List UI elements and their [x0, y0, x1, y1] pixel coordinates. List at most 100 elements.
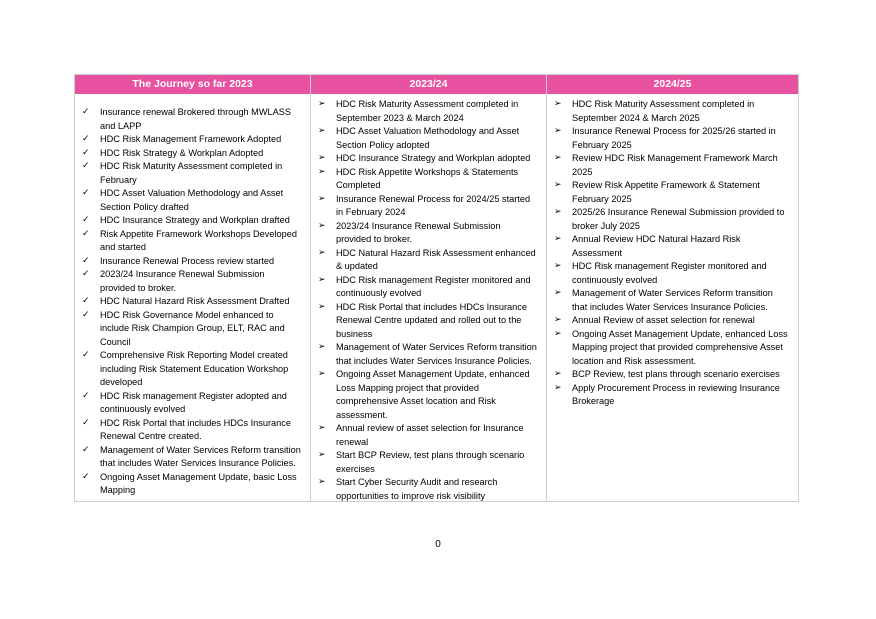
list-item: ✓ HDC Risk Portal that includes HDCs Insu… [79, 417, 302, 444]
arrowhead-icon: ➢ [554, 328, 562, 339]
list-item: ➢ 2023/24 Insurance Renewal Submission pr… [315, 220, 538, 247]
check-icon: ✓ [82, 417, 90, 428]
list-item: ➢ HDC Risk management Register monitored … [315, 274, 538, 301]
check-icon: ✓ [82, 228, 90, 239]
list-item: ✓ HDC Risk management Register adopted an… [79, 390, 302, 417]
arrowhead-icon: ➢ [554, 180, 562, 190]
arrowhead-icon: ➢ [318, 153, 326, 163]
check-icon: ✓ [82, 471, 90, 482]
check-icon: ✓ [82, 269, 90, 279]
list-item: ➢ Annual review of asset selection for In… [315, 422, 538, 449]
list-item-text: BCP Review, test plans through scenario … [572, 369, 780, 379]
list-item: ✓ Risk Appetite Framework Workshops Devel… [79, 228, 302, 255]
check-icon: ✓ [82, 309, 90, 320]
list-item: ➢ HDC Risk Maturity Assessment completed … [551, 98, 790, 125]
list-item-text: HDC Insurance Strategy and Workplan adop… [336, 153, 531, 163]
arrowhead-icon: ➢ [318, 450, 326, 460]
column-header: 2024/25 [547, 75, 798, 94]
list-item: ✓ HDC Risk Governance Model enhanced to i… [79, 309, 302, 350]
list-item-text: 2023/24 Insurance Renewal Submission pro… [100, 269, 265, 293]
list-item-text: HDC Risk Portal that includes HDCs Insur… [100, 417, 291, 442]
check-icon: ✓ [82, 255, 90, 266]
check-icon: ✓ [82, 147, 90, 158]
check-icon: ✓ [82, 215, 90, 225]
list-item: ➢ Annual Review HDC Natural Hazard Risk A… [551, 233, 790, 260]
list-item-text: HDC Risk Maturity Assessment completed i… [572, 99, 755, 123]
list-item-text: Insurance renewal Brokered through MWLAS… [100, 107, 291, 131]
list-item-text: Annual review of asset selection for Ins… [336, 423, 524, 447]
journey-table: The Journey so far 2023 ✓ Insurance renew… [74, 74, 799, 502]
list-item-text: HDC Risk Maturity Assessment completed i… [336, 99, 519, 123]
check-icon: ✓ [82, 296, 90, 306]
list-item: ➢ Apply Procurement Process in reviewing … [551, 382, 790, 409]
list-item-text: Review Risk Appetite Framework & Stateme… [572, 180, 760, 204]
arrowhead-icon: ➢ [554, 234, 562, 244]
list-item: ➢ Start BCP Review, test plans through sc… [315, 449, 538, 476]
list-item: ➢ HDC Risk Appetite Workshops & Statement… [315, 166, 538, 193]
list-item: ➢ HDC Risk Maturity Assessment completed … [315, 98, 538, 125]
list-item-text: Ongoing Asset Management Update, enhance… [572, 328, 788, 366]
list-item-text: HDC Risk Portal that includes HDCs Insur… [336, 301, 527, 339]
list-item: ➢ HDC Risk management Register monitored … [551, 260, 790, 287]
arrowhead-icon: ➢ [318, 369, 326, 379]
arrowhead-icon: ➢ [318, 423, 326, 433]
check-icon: ✓ [82, 390, 90, 401]
list-item: ➢ Insurance Renewal Process for 2025/26 s… [551, 125, 790, 152]
list-item-text: HDC Risk management Register monitored a… [572, 261, 767, 285]
list-item: ✓ Management of Water Services Reform tra… [79, 444, 302, 471]
arrowhead-icon: ➢ [318, 220, 326, 231]
check-icon: ✓ [82, 444, 90, 455]
arrowhead-icon: ➢ [318, 99, 326, 109]
list-item: ✓ Insurance renewal Brokered through MWLA… [79, 106, 302, 133]
item-list: ➢ HDC Risk Maturity Assessment completed … [551, 98, 790, 409]
check-icon: ✓ [82, 350, 90, 360]
check-icon: ✓ [82, 161, 90, 171]
arrowhead-icon: ➢ [554, 207, 562, 217]
check-icon: ✓ [82, 107, 90, 117]
list-item: ✓ 2023/24 Insurance Renewal Submission pr… [79, 268, 302, 295]
list-item: ✓ HDC Risk Management Framework Adopted [79, 133, 302, 147]
list-item-text: HDC Asset Valuation Methodology and Asse… [100, 188, 284, 212]
list-item: ➢ 2025/26 Insurance Renewal Submission pr… [551, 206, 790, 233]
list-item: ✓ HDC Natural Hazard Risk Assessment Draf… [79, 295, 302, 309]
item-list: ➢ HDC Risk Maturity Assessment completed … [315, 98, 538, 503]
arrowhead-icon: ➢ [318, 247, 326, 258]
arrowhead-icon: ➢ [318, 193, 326, 204]
list-item: ➢ Management of Water Services Reform tra… [551, 287, 790, 314]
column-2023-24: 2023/24 ➢ HDC Risk Maturity Assessment co… [311, 75, 547, 501]
list-item-text: HDC Risk Governance Model enhanced to in… [100, 309, 285, 347]
list-item: ➢ Ongoing Asset Management Update, enhanc… [315, 368, 538, 422]
list-item-text: 2025/26 Insurance Renewal Submission pro… [572, 207, 785, 231]
list-item: ✓ Insurance Renewal Process review starte… [79, 255, 302, 269]
list-item: ➢ HDC Natural Hazard Risk Assessment enha… [315, 247, 538, 274]
list-item: ✓ HDC Risk Strategy & Workplan Adopted [79, 147, 302, 161]
arrowhead-icon: ➢ [554, 261, 562, 271]
list-item-text: HDC Risk management Register monitored a… [336, 274, 531, 299]
arrowhead-icon: ➢ [554, 153, 562, 163]
list-item-text: 2023/24 Insurance Renewal Submission pro… [336, 220, 501, 245]
list-item-text: HDC Natural Hazard Risk Assessment Draft… [100, 296, 290, 306]
column-header: The Journey so far 2023 [75, 75, 310, 94]
list-item: ➢ Management of Water Services Reform tra… [315, 341, 538, 368]
list-item-text: Management of Water Services Reform tran… [336, 342, 537, 366]
list-item-text: Annual Review of asset selection for ren… [572, 315, 755, 325]
arrowhead-icon: ➢ [318, 301, 326, 312]
list-item: ➢ HDC Asset Valuation Methodology and Ass… [315, 125, 538, 152]
list-item: ✓ HDC Asset Valuation Methodology and Ass… [79, 187, 302, 214]
list-item-text: Ongoing Asset Management Update, basic L… [100, 471, 297, 496]
arrowhead-icon: ➢ [318, 477, 326, 487]
item-list: ✓ Insurance renewal Brokered through MWLA… [79, 106, 302, 498]
arrowhead-icon: ➢ [554, 382, 562, 393]
list-item-text: HDC Risk Management Framework Adopted [100, 134, 282, 144]
list-item-text: Management of Water Services Reform tran… [100, 444, 301, 469]
list-item-text: Annual Review HDC Natural Hazard Risk As… [572, 234, 741, 258]
list-item-text: Ongoing Asset Management Update, enhance… [336, 369, 530, 420]
list-item: ➢ Annual Review of asset selection for re… [551, 314, 790, 328]
check-icon: ✓ [82, 188, 90, 198]
list-item: ➢ Ongoing Asset Management Update, enhanc… [551, 328, 790, 369]
check-icon: ✓ [82, 134, 90, 144]
column-2024-25: 2024/25 ➢ HDC Risk Maturity Assessment co… [547, 75, 798, 501]
list-item-text: HDC Risk Appetite Workshops & Statements… [336, 166, 519, 191]
column-body: ✓ Insurance renewal Brokered through MWLA… [75, 94, 310, 501]
page-number: 0 [435, 539, 441, 550]
